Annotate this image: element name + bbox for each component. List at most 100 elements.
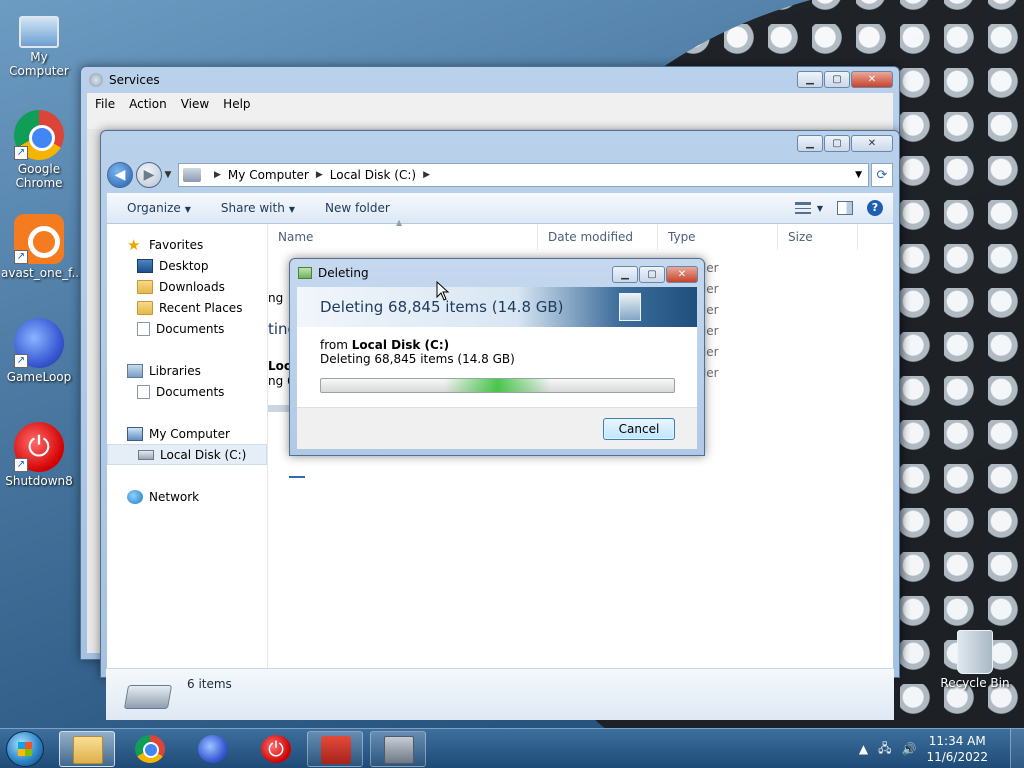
chevron-right-icon[interactable]: ▶ xyxy=(316,170,323,180)
shortcut-arrow-icon: ↗ xyxy=(14,146,28,160)
back-button[interactable]: ◀ xyxy=(107,162,133,188)
column-label: Name xyxy=(278,230,314,244)
nav-label: Documents xyxy=(156,321,225,336)
help-icon[interactable]: ? xyxy=(867,200,883,216)
taskbar-chrome[interactable] xyxy=(122,731,178,767)
maximize-button[interactable]: ▢ xyxy=(824,135,850,152)
share-with-button[interactable]: Share with ▼ xyxy=(221,201,295,215)
power-icon: ⏻ xyxy=(261,735,291,763)
organize-button[interactable]: Organize ▼ xyxy=(127,201,191,215)
chrome-icon xyxy=(135,735,165,763)
refresh-button[interactable]: ⟳ xyxy=(871,163,893,187)
nav-my-computer[interactable]: My Computer xyxy=(107,423,267,444)
clock[interactable]: 11:34 AM 11/6/2022 xyxy=(926,733,988,765)
column-name[interactable]: Name ▲ xyxy=(268,218,538,250)
window-title: Services xyxy=(109,73,160,87)
nav-local-disk[interactable]: Local Disk (C:) xyxy=(107,444,267,465)
change-view-button[interactable]: ▼ xyxy=(794,202,823,214)
nav-favorites[interactable]: ★ Favorites xyxy=(107,234,267,255)
downloads-folder-icon xyxy=(137,279,153,294)
progress-fill xyxy=(321,379,674,392)
desktop-icon-avast[interactable]: ↗ avast_one_f... xyxy=(1,214,83,280)
command-bar: Organize ▼ Share with ▼ New folder ▼ ? xyxy=(107,193,893,224)
cancel-button[interactable]: Cancel xyxy=(603,418,675,440)
maximize-button[interactable]: ▢ xyxy=(639,266,665,283)
desktop-icon-my-computer[interactable]: My Computer xyxy=(1,8,77,78)
shortcut-arrow-icon: ↗ xyxy=(14,354,28,368)
desktop-icon-label: Shutdown8 xyxy=(5,474,73,488)
nav-recent-places[interactable]: Recent Places xyxy=(107,297,267,318)
recent-pages-dropdown[interactable]: ▼ xyxy=(162,170,174,180)
dialog-banner: Deleting 68,845 items (14.8 GB) xyxy=(297,287,697,327)
deleting-dialog[interactable]: Deleting ▁ ▢ ✕ Deleting 68,845 items (14… xyxy=(289,258,705,456)
libraries-icon xyxy=(127,363,143,378)
nav-label: Favorites xyxy=(149,237,204,252)
services-titlebar[interactable]: Services xyxy=(81,67,899,93)
network-icon[interactable]: 🖧 xyxy=(878,739,891,760)
share-with-label: Share with xyxy=(220,201,285,215)
recycle-bin-icon xyxy=(957,630,993,674)
shortcut-arrow-icon: ↗ xyxy=(14,250,28,264)
nav-label: Documents xyxy=(156,384,225,399)
nav-documents-favorite[interactable]: Documents xyxy=(107,318,267,339)
from-location: Local Disk (C:) xyxy=(351,338,450,352)
desktop-icon-gameloop[interactable]: ↗ GameLoop xyxy=(1,318,77,384)
chrome-icon: ↗ xyxy=(14,110,64,160)
taskbar-shutdown[interactable]: ⏻ xyxy=(248,731,304,767)
forward-button[interactable]: ▶ xyxy=(136,162,162,188)
column-size[interactable]: Size xyxy=(778,224,858,250)
nav-libraries[interactable]: Libraries xyxy=(107,360,267,381)
sort-ascending-icon: ▲ xyxy=(396,218,403,227)
new-folder-button[interactable]: New folder xyxy=(325,201,390,215)
menu-action[interactable]: Action xyxy=(129,97,167,111)
chevron-right-icon[interactable]: ▶ xyxy=(423,170,430,180)
desktop-icon-shutdown8[interactable]: ↗ Shutdown8 xyxy=(1,422,77,488)
nav-network[interactable]: Network xyxy=(107,486,267,507)
services-icon xyxy=(384,736,414,764)
nav-label: Network xyxy=(149,489,200,504)
show-desktop-button[interactable] xyxy=(1010,729,1024,768)
minimize-button[interactable]: ▁ xyxy=(797,71,823,88)
column-date-modified[interactable]: Date modified xyxy=(538,224,658,250)
minimize-button[interactable]: ▁ xyxy=(797,135,823,152)
minimize-button[interactable]: ▁ xyxy=(612,266,638,283)
breadcrumb-local-disk[interactable]: Local Disk (C:) xyxy=(330,168,416,182)
maximize-button[interactable]: ▢ xyxy=(824,71,850,88)
avast-icon: ↗ xyxy=(14,214,64,264)
gear-icon xyxy=(89,73,103,87)
menu-file[interactable]: File xyxy=(95,97,115,111)
close-button[interactable]: ✕ xyxy=(851,135,893,152)
breadcrumb-my-computer[interactable]: My Computer xyxy=(228,168,309,182)
chevron-right-icon[interactable]: ▶ xyxy=(214,170,221,180)
preview-pane-icon[interactable] xyxy=(837,201,853,215)
nav-desktop[interactable]: Desktop xyxy=(107,255,267,276)
volume-icon[interactable]: 🔊 xyxy=(902,742,917,756)
delete-progress-icon xyxy=(298,267,312,279)
network-icon xyxy=(127,489,143,504)
shortcut-arrow-icon: ↗ xyxy=(14,458,28,472)
details-pane: 6 items xyxy=(106,668,894,720)
deleting-detail: Deleting 68,845 items (14.8 GB) xyxy=(320,352,515,366)
power-icon: ↗ xyxy=(14,422,64,472)
menu-view[interactable]: View xyxy=(181,97,209,111)
close-button[interactable]: ✕ xyxy=(851,71,893,88)
taskbar-toolbox[interactable] xyxy=(307,731,363,767)
column-type[interactable]: Type xyxy=(658,224,778,250)
chevron-down-icon[interactable]: ▼ xyxy=(855,170,862,180)
nav-downloads[interactable]: Downloads xyxy=(107,276,267,297)
document-icon xyxy=(137,321,150,336)
address-bar[interactable]: ▶ My Computer ▶ Local Disk (C:) ▶ ▼ xyxy=(178,163,869,187)
menu-help[interactable]: Help xyxy=(223,97,250,111)
start-button[interactable] xyxy=(6,731,44,767)
desktop-icon-recycle-bin[interactable]: Recycle Bin xyxy=(937,630,1013,690)
nav-label: Downloads xyxy=(159,279,225,294)
nav-documents-library[interactable]: Documents xyxy=(107,381,267,402)
desktop-icon-google-chrome[interactable]: ↗ Google Chrome xyxy=(1,110,77,190)
taskbar-gameloop[interactable] xyxy=(185,731,241,767)
nav-label: Local Disk (C:) xyxy=(160,447,247,462)
taskbar-explorer[interactable] xyxy=(59,731,115,767)
desktop-icon-label: Recycle Bin xyxy=(940,676,1010,690)
taskbar-services[interactable] xyxy=(370,731,426,767)
close-button[interactable]: ✕ xyxy=(666,266,698,283)
show-hidden-icon[interactable]: ▲ xyxy=(859,742,868,756)
